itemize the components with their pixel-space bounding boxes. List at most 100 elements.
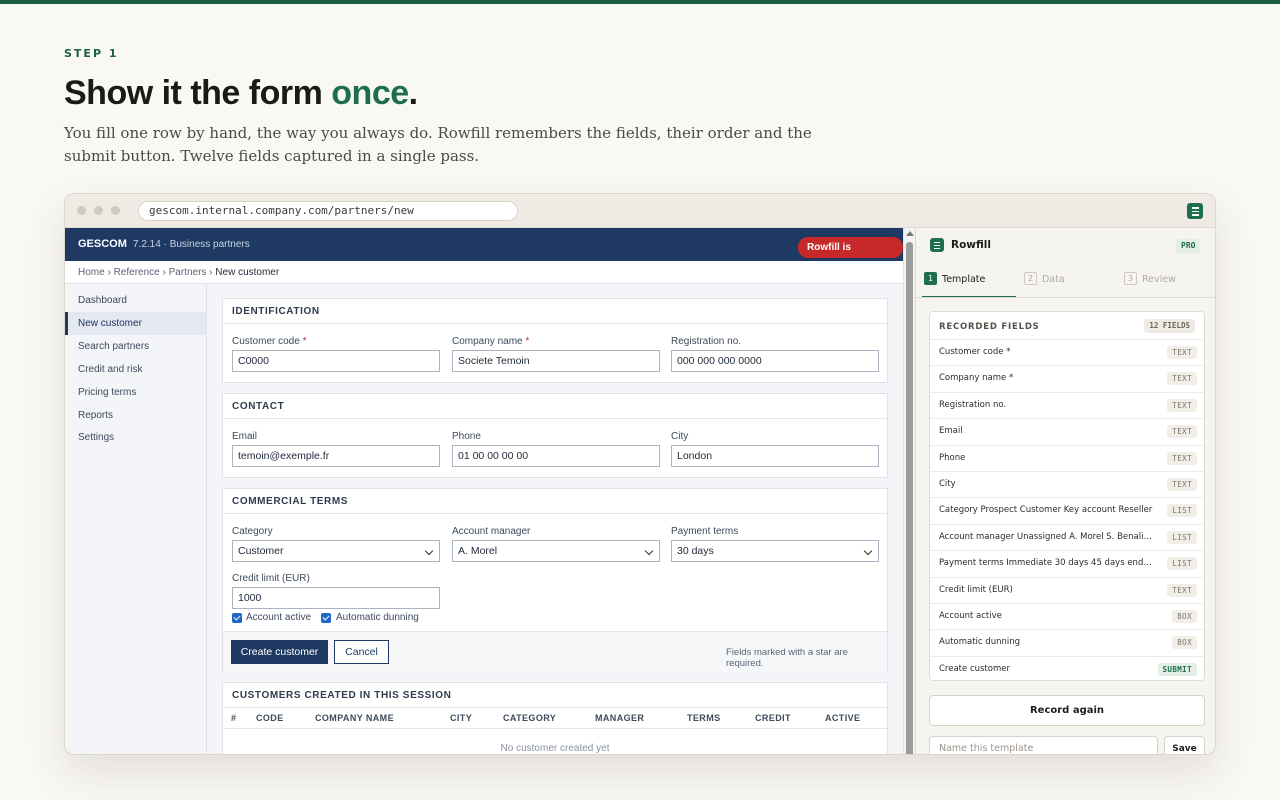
- field-type-badge: LIST: [1167, 557, 1197, 571]
- window-minimize-dot[interactable]: [94, 206, 103, 215]
- empty-table-message: No customer created yet: [500, 743, 610, 754]
- company-name-input[interactable]: Societe Temoin: [452, 350, 660, 372]
- payment-terms-label: Payment terms: [671, 526, 739, 537]
- sidebar-nav: Dashboard New customer Search partners C…: [65, 284, 207, 754]
- sidebar-item-reports[interactable]: Reports: [65, 404, 206, 427]
- sidebar-item-pricing-terms[interactable]: Pricing terms: [65, 381, 206, 404]
- recorded-field-row[interactable]: Registration no. TEXT: [930, 391, 1204, 418]
- account-manager-label: Account manager: [452, 526, 531, 537]
- recorded-field-name: Automatic dunning: [939, 637, 1020, 648]
- recorded-field-name: Account active: [939, 611, 1002, 621]
- column-header-company-name: COMPANY NAME: [315, 713, 394, 723]
- recorded-field-row[interactable]: Category Prospect Customer Key account R…: [930, 497, 1204, 523]
- city-input[interactable]: London: [671, 445, 879, 467]
- field-type-badge: TEXT: [1167, 346, 1197, 359]
- recorded-field-row[interactable]: Create customer SUBMIT: [930, 655, 1204, 680]
- sidebar-item-credit-and-risk[interactable]: Credit and risk: [65, 358, 206, 381]
- tab-template[interactable]: 1 Template: [922, 266, 1016, 298]
- breadcrumb-home[interactable]: Home: [78, 267, 105, 278]
- recording-badge: Rowfill is recording: [798, 237, 903, 274]
- section-title: IDENTIFICATION: [223, 299, 887, 324]
- record-again-button[interactable]: Record again: [929, 695, 1205, 726]
- window-close-dot[interactable]: [77, 206, 86, 215]
- scrollbar-thumb[interactable]: [906, 242, 913, 754]
- breadcrumb-partners[interactable]: Partners: [169, 267, 207, 278]
- top-accent-line: [0, 0, 1280, 4]
- recorded-field-name: Company name *: [939, 373, 1014, 384]
- rowfill-panel: Rowfill PRO 1 Template 2 Data 3 Review RECO…: [915, 228, 1215, 754]
- company-name-label: Company name *: [452, 336, 530, 347]
- recorded-field-row[interactable]: City TEXT: [930, 471, 1204, 497]
- sidebar-item-search-partners[interactable]: Search partners: [65, 335, 206, 358]
- tab-review[interactable]: 3 Review: [1122, 266, 1215, 298]
- column-header-city: CITY: [450, 713, 473, 723]
- column-header-terms: TERMS: [687, 713, 721, 723]
- recorded-fields-title: RECORDED FIELDS: [939, 322, 1040, 332]
- category-select[interactable]: Customer: [232, 540, 440, 562]
- automatic-dunning-checkbox[interactable]: [321, 613, 331, 623]
- category-label: Category: [232, 526, 273, 537]
- payment-terms-select[interactable]: 30 days: [671, 540, 879, 562]
- email-label: Email: [232, 431, 258, 442]
- recorded-field-row[interactable]: Customer code * TEXT: [930, 339, 1204, 365]
- rowfill-extension-icon[interactable]: [1187, 203, 1203, 219]
- recorded-field-row[interactable]: Email TEXT: [930, 418, 1204, 444]
- section-title: CUSTOMERS CREATED IN THIS SESSION: [223, 683, 887, 708]
- main-content: IDENTIFICATION Customer code * C0000 Com…: [207, 284, 903, 754]
- field-type-badge: TEXT: [1167, 425, 1197, 439]
- template-name-input[interactable]: Name this template: [929, 736, 1158, 754]
- app-brand[interactable]: GESCOM: [78, 238, 127, 250]
- sidebar-item-settings[interactable]: Settings: [65, 426, 206, 449]
- field-type-badge: TEXT: [1167, 451, 1197, 465]
- email-input[interactable]: temoin@exemple.fr: [232, 445, 440, 467]
- recorded-field-row[interactable]: Account active BOX: [930, 603, 1204, 629]
- tab-data[interactable]: 2 Data: [1022, 266, 1116, 298]
- credit-limit-input[interactable]: 1000: [232, 587, 440, 609]
- address-bar[interactable]: gescom.internal.company.com/partners/new: [138, 201, 518, 221]
- session-customers-section: CUSTOMERS CREATED IN THIS SESSION # CODE…: [222, 682, 888, 754]
- account-manager-select[interactable]: A. Morel: [452, 540, 660, 562]
- field-type-badge: TEXT: [1167, 372, 1197, 386]
- breadcrumb-separator: ›: [206, 267, 216, 278]
- field-type-badge: SUBMIT: [1157, 662, 1197, 676]
- recorded-field-row[interactable]: Credit limit (EUR) TEXT: [930, 576, 1204, 603]
- form-actions-bar: Create customer Cancel Fields marked wit…: [223, 631, 887, 672]
- commercial-terms-section: COMMERCIAL TERMS Category Customer Accou…: [222, 488, 888, 672]
- app-scrollbar[interactable]: [903, 228, 915, 754]
- breadcrumb-reference[interactable]: Reference: [114, 267, 160, 278]
- recorded-field-row[interactable]: Account manager Unassigned A. Morel S. B…: [930, 523, 1204, 550]
- breadcrumb-current: New customer: [215, 267, 280, 278]
- breadcrumb-separator: ›: [104, 267, 114, 278]
- recorded-field-name: Credit limit (EUR): [939, 584, 1013, 595]
- recorded-field-name: Customer code *: [939, 347, 1011, 357]
- create-customer-button[interactable]: Create customer: [231, 640, 328, 664]
- field-type-badge: TEXT: [1167, 398, 1197, 412]
- scroll-up-arrow-icon[interactable]: [906, 231, 914, 236]
- recorded-field-row[interactable]: Company name * TEXT: [930, 365, 1204, 391]
- account-active-checkbox[interactable]: [232, 613, 242, 623]
- step-label: STEP 1: [64, 47, 119, 60]
- sidebar-item-dashboard[interactable]: Dashboard: [65, 289, 206, 312]
- customer-code-input[interactable]: C0000: [232, 350, 440, 372]
- field-type-badge: LIST: [1167, 504, 1197, 518]
- save-button[interactable]: Save: [1164, 736, 1205, 754]
- browser-chrome: gescom.internal.company.com/partners/new: [65, 194, 1215, 228]
- phone-input[interactable]: 01 00 00 00 00: [452, 445, 660, 467]
- contact-section: CONTACT Email temoin@exemple.fr Phone 01…: [222, 393, 888, 478]
- window-maximize-dot[interactable]: [111, 206, 120, 215]
- gescom-app: GESCOM 7.2.14 · Business partners Rowfil…: [65, 228, 903, 754]
- recorded-field-row[interactable]: Phone TEXT: [930, 444, 1204, 471]
- field-type-badge: TEXT: [1167, 478, 1197, 491]
- customer-code-label: Customer code *: [232, 336, 307, 347]
- recorded-field-row[interactable]: Payment terms Immediate 30 days 45 days …: [930, 550, 1204, 576]
- sidebar-item-new-customer[interactable]: New customer: [65, 312, 206, 335]
- required-fields-note: Fields marked with a star are required.: [726, 647, 848, 669]
- column-header-manager: MANAGER: [595, 713, 645, 723]
- registration-input[interactable]: 000 000 000 0000: [671, 350, 879, 372]
- cancel-button[interactable]: Cancel: [334, 640, 389, 664]
- recorded-field-row[interactable]: Automatic dunning BOX: [930, 629, 1204, 655]
- pro-badge: PRO: [1176, 239, 1201, 253]
- identification-section: IDENTIFICATION Customer code * C0000 Com…: [222, 298, 888, 383]
- breadcrumb-separator: ›: [159, 267, 169, 278]
- section-title: COMMERCIAL TERMS: [223, 489, 887, 514]
